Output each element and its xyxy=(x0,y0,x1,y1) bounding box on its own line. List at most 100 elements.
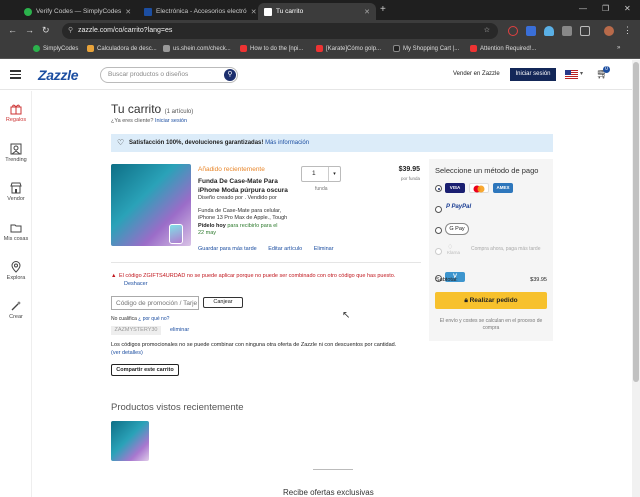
no-qualify-text: No cualifica xyxy=(111,316,137,322)
hamburger-menu-icon[interactable] xyxy=(10,70,21,79)
shipping-note: El envío y costes se calculan en el proc… xyxy=(439,318,543,331)
bookmark-star-icon[interactable]: ☆ xyxy=(484,23,490,39)
sidenav-item-explora[interactable]: Explora xyxy=(0,261,32,281)
divider xyxy=(111,262,421,263)
bookmark-item[interactable]: Calculadora de desc... xyxy=(87,45,157,52)
sidenav-label: Trending xyxy=(5,157,27,163)
minimize-icon[interactable]: — xyxy=(579,4,587,13)
close-tab-icon[interactable]: ✕ xyxy=(364,8,370,16)
undo-link[interactable]: Deshacer xyxy=(124,281,148,287)
sidenav-item-mis-cosas[interactable]: Mis cosas xyxy=(0,222,32,242)
youtube-icon xyxy=(316,45,323,52)
extensions-puzzle-icon[interactable] xyxy=(580,26,590,36)
edit-item-link[interactable]: Editar artículo xyxy=(268,246,302,252)
zazzle-logo[interactable]: Zazzle xyxy=(38,67,79,83)
bookmark-label: How to do the [npi... xyxy=(250,45,304,52)
product-name[interactable]: Funda De Case-Mate Para iPhone Moda púrp… xyxy=(198,178,296,195)
payment-title: Seleccione un método de pago xyxy=(435,166,539,175)
close-tab-icon[interactable]: ✕ xyxy=(251,8,256,16)
divider xyxy=(313,469,353,470)
klarna-text: Compra ahora, paga más tarde xyxy=(471,246,541,252)
sidenav-item-vendor[interactable]: Vendor xyxy=(0,182,32,202)
bookmark-item[interactable]: Attention Required!... xyxy=(470,45,536,52)
maximize-icon[interactable]: ❐ xyxy=(602,4,609,13)
extension-icon[interactable] xyxy=(562,26,572,36)
mastercard-icon xyxy=(469,183,489,193)
share-cart-button[interactable]: Compartir este carrito xyxy=(111,364,179,376)
place-order-button[interactable]: 🔒︎ Realizar pedido xyxy=(435,292,547,309)
side-navigation: Regalos Trending Vendor Mis cosas Explor… xyxy=(0,91,32,497)
bookmark-item[interactable]: us.shein.com/check... xyxy=(163,45,231,52)
shield-extension-icon[interactable] xyxy=(544,26,554,36)
bookmark-item[interactable]: My Shopping Cart |... xyxy=(393,45,459,52)
klarna-logo: ♢ Klarna xyxy=(447,244,467,261)
bookmark-item[interactable]: How to do the [npi... xyxy=(240,45,303,52)
scrollbar-thumb[interactable] xyxy=(633,62,639,382)
store-icon xyxy=(10,182,22,194)
sidenav-item-regalos[interactable]: Regalos xyxy=(0,103,32,123)
close-tab-icon[interactable]: ✕ xyxy=(125,8,131,16)
chevron-down-icon[interactable]: ▾ xyxy=(580,70,583,77)
forward-icon[interactable]: → xyxy=(25,25,34,35)
radio-klarna[interactable] xyxy=(435,248,442,255)
google-pay-icon: G Pay xyxy=(445,223,469,235)
product-description: Funda de Case-Mate para celular, iPhone … xyxy=(198,208,288,221)
extension-icon[interactable] xyxy=(526,26,536,36)
radio-paypal[interactable] xyxy=(435,206,442,213)
promo-error-text: El código ZGIFTS4URDAD no se puede aplic… xyxy=(119,273,396,279)
applied-promo-code: ZAZMYSTERY30 xyxy=(111,326,161,335)
quantity-select[interactable]: 1 ▾ xyxy=(301,166,341,182)
recently-added-badge: Añadido recientemente xyxy=(198,166,265,173)
details-link[interactable]: (ver detalles) xyxy=(111,350,143,356)
menu-dots-icon[interactable]: ⋮ xyxy=(623,25,632,36)
reload-icon[interactable]: ↻ xyxy=(42,25,50,36)
lock-icon: 🔒︎ xyxy=(464,297,468,304)
bookmark-label: Attention Required!... xyxy=(480,45,537,52)
tab-verify-codes[interactable]: Verify Codes — SimplyCodes ✕ xyxy=(18,3,136,20)
folder-icon xyxy=(10,224,22,233)
sidenav-label: Mis cosas xyxy=(3,236,29,242)
search-icon[interactable]: ⚲ xyxy=(224,69,236,81)
save-for-later-link[interactable]: Guardar para más tarde xyxy=(198,246,257,252)
site-info-icon[interactable]: ⚲ xyxy=(68,23,73,39)
youtube-icon xyxy=(240,45,247,52)
payment-panel: Seleccione un método de pago VISA AMEX P… xyxy=(429,159,553,341)
signin-link[interactable]: Iniciar sesión xyxy=(155,118,187,124)
address-bar-row: ← → ↻ ⚲ zazzle.com/co/carrito?lang=es ☆ … xyxy=(0,20,640,42)
promo-code-input[interactable] xyxy=(111,296,199,310)
sell-on-zazzle-link[interactable]: Vender en Zazzle xyxy=(453,71,500,77)
more-bookmarks-icon[interactable]: » xyxy=(617,45,620,51)
product-creator: Diseño creado por . Vendido por xyxy=(198,195,277,201)
sidenav-item-trending[interactable]: Trending xyxy=(0,143,32,163)
zazzle-icon xyxy=(393,45,400,52)
product-image[interactable] xyxy=(111,164,191,246)
recently-viewed-product[interactable] xyxy=(111,421,149,461)
why-not-link[interactable]: ¿ por qué no? xyxy=(138,316,169,322)
sidenav-item-crear[interactable]: Crear xyxy=(0,300,32,320)
tab-electronica[interactable]: Electrónica - Accesorios electró ✕ xyxy=(138,3,256,20)
radio-card[interactable] xyxy=(435,185,442,192)
url-bar[interactable]: ⚲ zazzle.com/co/carrito?lang=es ☆ xyxy=(62,23,498,39)
mouse-cursor-icon: ↖ xyxy=(342,310,351,321)
remove-promo-link[interactable]: eliminar xyxy=(170,327,189,333)
blocker-extension-icon[interactable] xyxy=(508,26,518,36)
remove-item-link[interactable]: Eliminar xyxy=(314,246,334,252)
promo-error-message: ▲ El código ZGIFTS4URDAD no se puede apli… xyxy=(111,272,421,280)
profile-avatar-icon[interactable] xyxy=(604,26,614,36)
us-flag-icon[interactable] xyxy=(565,70,578,79)
bookmark-item[interactable]: SimplyCodes xyxy=(33,45,78,52)
search-input[interactable]: Buscar productos o diseños ⚲ xyxy=(100,67,238,83)
bookmark-label: us.shein.com/check... xyxy=(173,45,231,52)
visa-icon: VISA xyxy=(445,183,465,193)
back-icon[interactable]: ← xyxy=(8,25,17,35)
bookmark-item[interactable]: [Karate]Cómo golp... xyxy=(316,45,381,52)
signin-button[interactable]: Iniciar sesión xyxy=(510,68,556,81)
new-tab-button[interactable]: + xyxy=(380,4,386,15)
more-info-link[interactable]: Más información xyxy=(265,140,309,146)
product-thumbnail-phone xyxy=(169,224,183,244)
close-window-icon[interactable]: ✕ xyxy=(624,4,631,13)
radio-gpay[interactable] xyxy=(435,227,442,234)
bookmark-label: SimplyCodes xyxy=(43,45,79,52)
tab-tu-carrito[interactable]: Tu carrito ✕ xyxy=(258,3,376,20)
apply-promo-button[interactable]: Canjear xyxy=(203,297,243,308)
